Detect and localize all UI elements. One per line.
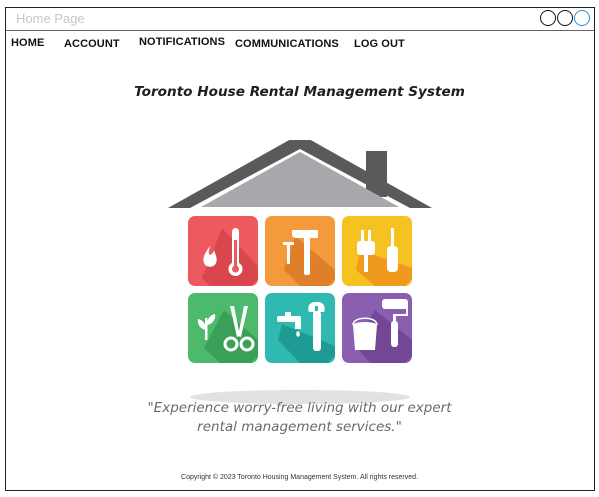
nav-account[interactable]: ACCOUNT bbox=[64, 38, 120, 50]
close-button[interactable] bbox=[574, 10, 590, 26]
nav-home[interactable]: HOME bbox=[11, 37, 44, 49]
maximize-button[interactable] bbox=[557, 10, 573, 26]
tile-plumbing bbox=[265, 293, 335, 363]
nav-communications[interactable]: COMMUNICATIONS bbox=[235, 38, 339, 50]
main-nav: HOME ACCOUNT NOTIFICATIONS COMMUNICATION… bbox=[6, 35, 594, 55]
minimize-button[interactable] bbox=[540, 10, 556, 26]
title-bar: Home Page bbox=[6, 8, 594, 31]
tagline-line-2: rental management services." bbox=[197, 419, 402, 435]
tile-electrical bbox=[342, 216, 412, 286]
nav-log-out[interactable]: LOG OUT bbox=[354, 38, 405, 50]
tagline-line-1: "Experience worry-free living with our e… bbox=[147, 400, 452, 416]
window-title: Home Page bbox=[16, 11, 85, 26]
tile-gardening bbox=[188, 293, 258, 363]
roof-icon bbox=[168, 140, 432, 208]
page-title: Toronto House Rental Management System bbox=[134, 84, 465, 100]
tile-heating bbox=[188, 216, 258, 286]
nav-notifications[interactable]: NOTIFICATIONS bbox=[139, 36, 225, 48]
tile-painting bbox=[342, 293, 412, 363]
house-services-logo bbox=[168, 140, 432, 404]
tile-repairs bbox=[265, 216, 335, 286]
tagline: "Experience worry-free living with our e… bbox=[0, 399, 599, 437]
copyright-footer: Copyright © 2023 Toronto Housing Managem… bbox=[181, 474, 418, 481]
window-controls bbox=[540, 10, 590, 26]
